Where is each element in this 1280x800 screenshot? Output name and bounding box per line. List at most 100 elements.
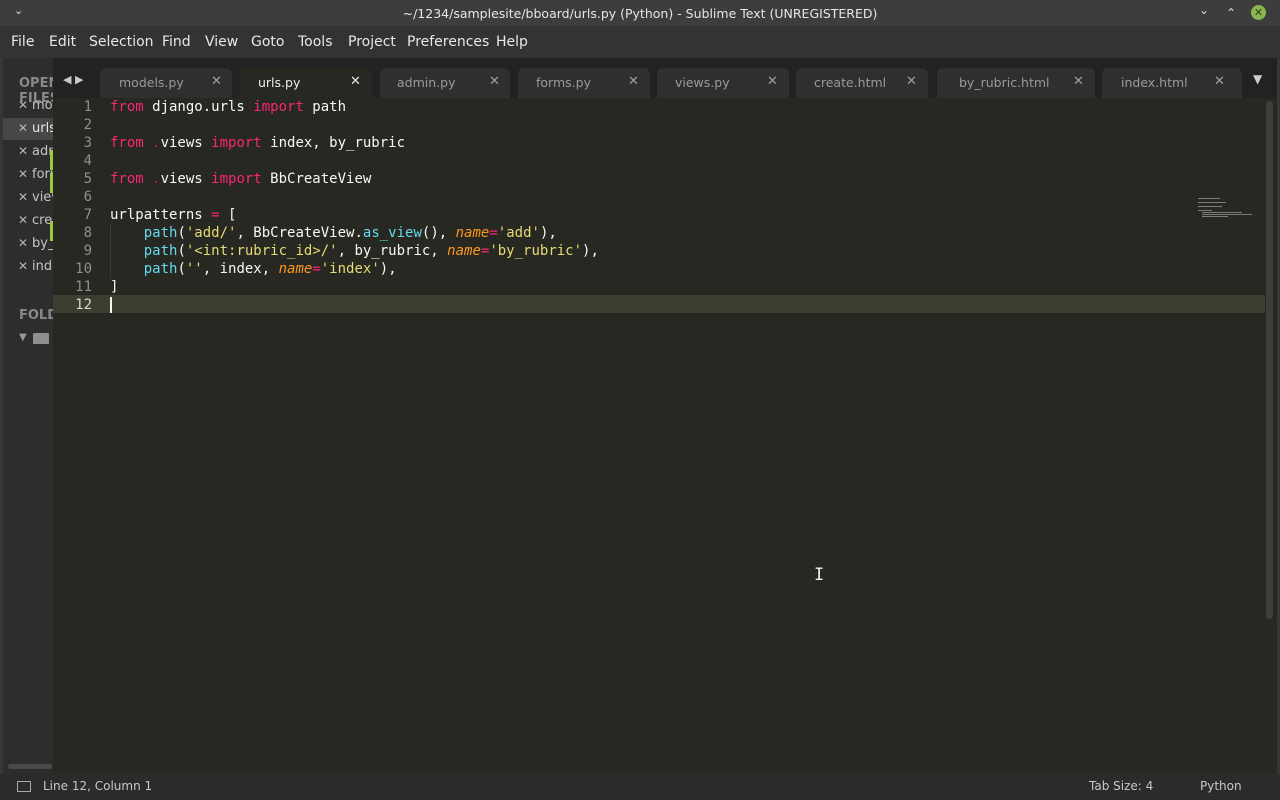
sidebar-file-models[interactable]: ✕ models.py <box>3 95 53 117</box>
panel-toggle-icon[interactable] <box>17 781 31 792</box>
folder-icon[interactable] <box>33 333 49 344</box>
module-name: django.urls <box>143 99 254 115</box>
string: 'by_rubric' <box>489 243 583 259</box>
module-name: views <box>160 171 212 187</box>
menu-project[interactable]: Project <box>348 34 396 50</box>
menu-preferences[interactable]: Preferences <box>407 34 489 50</box>
punctuation: , index, <box>202 261 279 277</box>
sidebar-file-create[interactable]: ✕ create.html <box>3 210 53 232</box>
line-number: 2 <box>83 117 92 133</box>
operator: = <box>211 207 220 223</box>
close-file-icon[interactable]: ✕ <box>18 236 28 250</box>
menu-file[interactable]: File <box>11 34 34 50</box>
line-number: 11 <box>75 279 92 295</box>
menu-selection[interactable]: Selection <box>89 34 154 50</box>
tab-views[interactable]: views.py ✕ <box>657 68 789 98</box>
sidebar-scrollbar[interactable] <box>8 764 52 769</box>
sidebar-file-urls[interactable]: ✕ urls.py <box>3 118 53 140</box>
menu-view[interactable]: View <box>205 34 238 50</box>
import-names: index, by_rubric <box>261 135 406 151</box>
tab-bar: ◀ ▶ models.py ✕ urls.py ✕ admin.py ✕ for… <box>53 58 1280 98</box>
function-call: path <box>143 225 178 241</box>
operator: = <box>489 225 498 241</box>
keyword-argument: name <box>455 225 490 241</box>
close-file-icon[interactable]: ✕ <box>18 98 28 112</box>
tab-close-icon[interactable]: ✕ <box>906 74 917 89</box>
tab-label: by_rubric.html <box>959 75 1050 90</box>
tab-index[interactable]: index.html ✕ <box>1102 68 1242 98</box>
tab-by-rubric[interactable]: by_rubric.html ✕ <box>937 68 1095 98</box>
minimap-line <box>1202 216 1228 217</box>
tab-forms[interactable]: forms.py ✕ <box>518 68 650 98</box>
sidebar-file-views[interactable]: ✕ views.py <box>3 187 53 209</box>
sidebar-file-forms[interactable]: ✕ forms.py <box>3 164 53 186</box>
close-file-icon[interactable]: ✕ <box>18 190 28 204</box>
tab-overflow-menu-icon[interactable]: ▼ <box>1253 72 1262 86</box>
code-line-1: from django.urls import path <box>110 98 346 116</box>
syntax-indicator[interactable]: Python <box>1200 779 1242 793</box>
close-file-icon[interactable]: ✕ <box>18 144 28 158</box>
relative-dot: . <box>143 171 161 187</box>
tab-create[interactable]: create.html ✕ <box>796 68 928 98</box>
menu-edit[interactable]: Edit <box>49 34 76 50</box>
punctuation: ( <box>177 243 186 259</box>
close-file-icon[interactable]: ✕ <box>18 167 28 181</box>
close-window-button[interactable]: ✕ <box>1251 5 1266 20</box>
tab-nav-arrows-icon[interactable]: ◀ ▶ <box>63 73 83 86</box>
tab-close-icon[interactable]: ✕ <box>1214 74 1225 89</box>
tab-close-icon[interactable]: ✕ <box>628 74 639 89</box>
mouse-ibeam-cursor: I <box>814 565 825 585</box>
tab-admin[interactable]: admin.py ✕ <box>380 68 510 98</box>
minimap-line <box>1198 198 1220 199</box>
menu-tools[interactable]: Tools <box>298 34 333 50</box>
title-bar: ⌄ ~/1234/samplesite/bboard/urls.py (Pyth… <box>0 0 1280 26</box>
sidebar-file-label: models.py <box>32 98 53 113</box>
minimize-button[interactable]: ⌄ <box>1199 3 1209 17</box>
close-file-icon[interactable]: ✕ <box>18 121 28 135</box>
tab-close-icon[interactable]: ✕ <box>211 74 222 89</box>
sidebar-file-index[interactable]: ✕ index.html <box>3 256 53 278</box>
sidebar-file-admin[interactable]: ✕ admin.py <box>3 141 53 163</box>
punctuation: ), <box>379 261 397 277</box>
tab-label: admin.py <box>397 75 456 90</box>
maximize-button[interactable]: ⌃ <box>1226 6 1236 20</box>
code-line-3: from .views import index, by_rubric <box>110 134 405 152</box>
code-editor[interactable]: 1 2 3 4 5 6 7 8 9 10 11 12 from django.u… <box>53 98 1265 774</box>
import-name: path <box>303 99 347 115</box>
minimap[interactable] <box>1198 198 1268 218</box>
menu-help[interactable]: Help <box>496 34 528 50</box>
tab-close-icon[interactable]: ✕ <box>350 74 361 89</box>
folder-expand-icon[interactable]: ▼ <box>19 332 27 343</box>
status-bar: Line 12, Column 1 Tab Size: 4 Python <box>0 774 1280 800</box>
tab-label: models.py <box>119 75 184 90</box>
tab-close-icon[interactable]: ✕ <box>489 74 500 89</box>
close-file-icon[interactable]: ✕ <box>18 213 28 227</box>
menu-goto[interactable]: Goto <box>251 34 284 50</box>
line-number: 4 <box>83 153 92 169</box>
punctuation: ( <box>177 225 186 241</box>
text-caret <box>110 297 112 313</box>
sidebar-file-label: urls.py <box>32 121 53 136</box>
line-number: 6 <box>83 189 92 205</box>
code-line-5: from .views import BbCreateView <box>110 170 371 188</box>
tab-close-icon[interactable]: ✕ <box>1073 74 1084 89</box>
window-menu-icon[interactable]: ⌄ <box>14 4 23 17</box>
tab-label: index.html <box>1121 75 1188 90</box>
menu-bar: File Edit Selection Find View Goto Tools… <box>0 26 1280 58</box>
string: 'add/' <box>185 225 237 241</box>
current-line-highlight <box>53 295 1265 313</box>
line-number: 5 <box>83 171 92 187</box>
tab-urls[interactable]: urls.py ✕ <box>240 68 372 98</box>
tab-size-indicator[interactable]: Tab Size: 4 <box>1089 779 1153 793</box>
punctuation: (), <box>421 225 456 241</box>
method-call: as_view <box>362 225 422 241</box>
line-number-current: 12 <box>75 297 92 313</box>
editor-scrollbar[interactable] <box>1266 101 1273 619</box>
close-file-icon[interactable]: ✕ <box>18 259 28 273</box>
tab-models[interactable]: models.py ✕ <box>100 68 232 98</box>
bracket: [ <box>219 207 237 223</box>
menu-find[interactable]: Find <box>162 34 191 50</box>
minimap-line <box>1202 212 1242 213</box>
tab-close-icon[interactable]: ✕ <box>767 74 778 89</box>
sidebar-file-by-rubric[interactable]: ✕ by_rubric.html <box>3 233 53 255</box>
